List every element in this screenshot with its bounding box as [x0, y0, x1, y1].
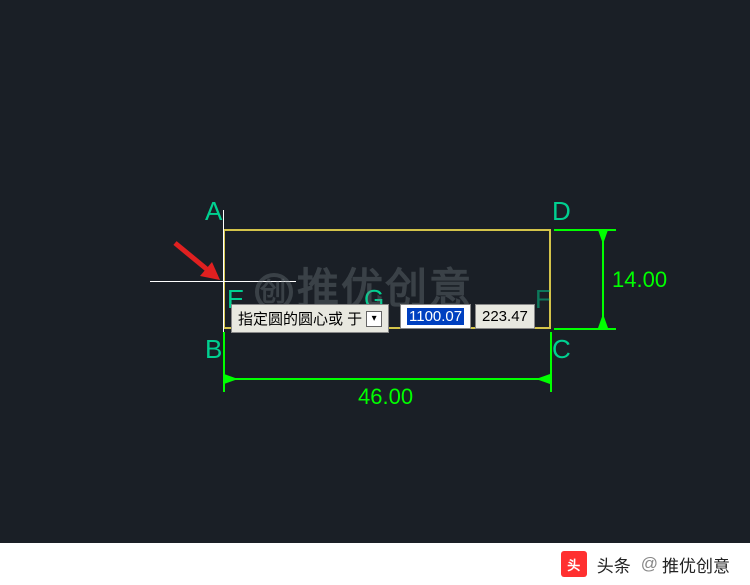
point-label-c: C [552, 334, 571, 365]
vdim-value: 14.00 [612, 267, 667, 293]
hdim-ext-right [550, 332, 552, 392]
angle-value: 223.47 [482, 308, 528, 325]
dynamic-input-angle[interactable]: 223.47 [475, 304, 535, 329]
footer-at: @ [641, 554, 658, 574]
prompt-text: 指定圆的圆心或 于 [238, 308, 362, 329]
vdim-arrow-bot [598, 314, 608, 328]
vdim-arrow-top [598, 230, 608, 244]
hdim-line [223, 378, 552, 380]
footer-author: 推优创意 [662, 552, 730, 577]
cad-drawing-canvas[interactable]: A D E G F B C 创推优创意 46.00 14.00 指定圆的圆心或 … [0, 0, 750, 585]
vdim-ext-bot [554, 328, 616, 330]
point-label-f: F [535, 284, 551, 315]
toutiao-logo-icon: 头 [561, 551, 587, 577]
hdim-value: 46.00 [358, 384, 413, 410]
point-label-d: D [552, 196, 571, 227]
dynamic-input-distance[interactable]: 1100.07 [400, 304, 471, 329]
hdim-arrow-left [224, 374, 238, 384]
red-annotation-arrow [170, 238, 230, 288]
hdim-arrow-right [536, 374, 550, 384]
attribution-footer: 头 头条 @ 推优创意 [0, 543, 750, 585]
point-label-b: B [205, 334, 222, 365]
point-label-a: A [205, 196, 222, 227]
distance-value: 1100.07 [407, 308, 464, 325]
command-prompt-tooltip: 指定圆的圆心或 于 ▾ [231, 304, 389, 333]
dropdown-icon[interactable]: ▾ [366, 311, 382, 327]
footer-brand: 头条 [597, 552, 631, 577]
